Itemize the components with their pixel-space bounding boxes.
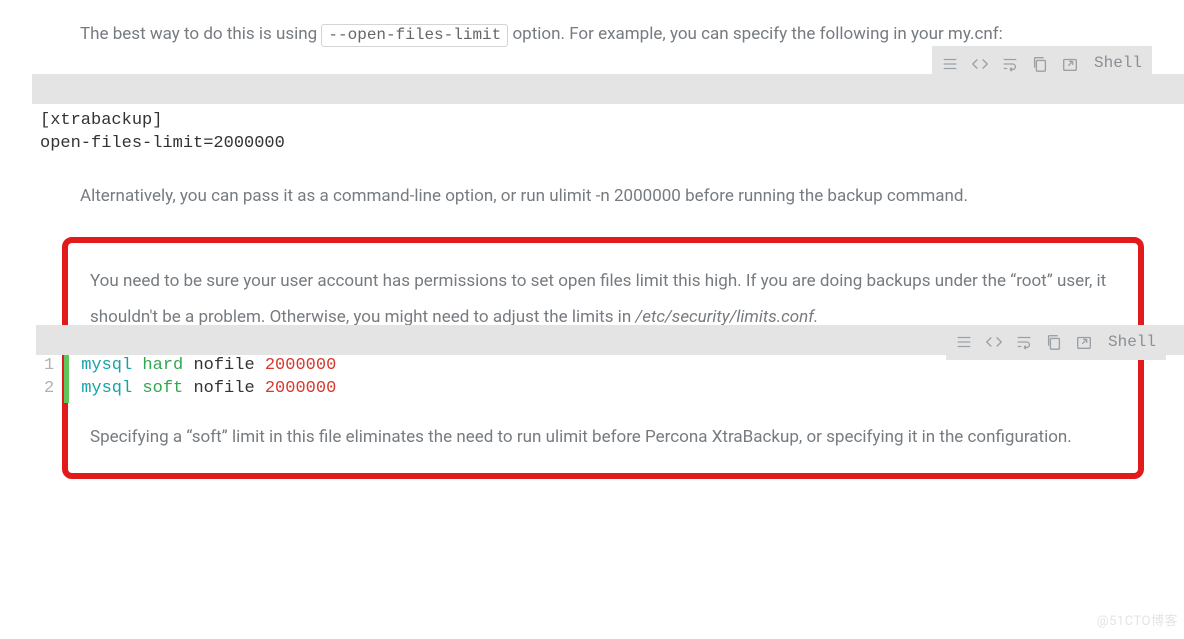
code-language-label: Shell [1104, 327, 1156, 357]
intro-suffix: option. For example, you can specify the… [512, 24, 1002, 44]
inline-code-open-files-limit: --open-files-limit [321, 24, 508, 47]
code-language-label: Shell [1090, 48, 1142, 78]
code-block-mycnf: Shell [xtrabackup] open-files-limit=2000… [0, 74, 1184, 162]
box-paragraph-1: You need to be sure your user account ha… [72, 265, 1134, 334]
open-external-icon[interactable] [1074, 332, 1094, 352]
code-accent-bar [64, 353, 69, 403]
menu-icon[interactable] [954, 332, 974, 352]
code-line: mysql hard nofile 2000000 [81, 355, 336, 378]
wrap-icon[interactable] [1000, 54, 1020, 74]
page: 6. Increase the limit on the number of f… [0, 0, 1184, 489]
code-icon[interactable] [970, 54, 990, 74]
code-toolbar: Shell [932, 46, 1152, 80]
code-block-limits: Shell 1 2 mysql hard nofile 2000000 [4, 353, 1184, 403]
code-lines: mysql hard nofile 2000000 mysql soft nof… [81, 353, 336, 403]
code-line: mysql soft nofile 2000000 [81, 378, 336, 401]
watermark: @51CTO博客 [1097, 610, 1178, 635]
code-content-mycnf: [xtrabackup] open-files-limit=2000000 [0, 104, 1184, 162]
code-icon[interactable] [984, 332, 1004, 352]
highlight-box: You need to be sure your user account ha… [62, 237, 1144, 480]
box-paragraph-2: Specifying a “soft” limit in this file e… [72, 421, 1134, 453]
alt-paragraph: Alternatively, you can pass it as a comm… [0, 180, 1184, 212]
copy-icon[interactable] [1044, 332, 1064, 352]
code-content-limits: 1 2 mysql hard nofile 2000000 mysql soft… [4, 353, 1184, 403]
menu-icon[interactable] [940, 54, 960, 74]
intro-prefix: The best way to do this is using [80, 24, 321, 44]
line-number-gutter: 1 2 [44, 353, 64, 403]
copy-icon[interactable] [1030, 54, 1050, 74]
wrap-icon[interactable] [1014, 332, 1034, 352]
open-external-icon[interactable] [1060, 54, 1080, 74]
code-toolbar: Shell [946, 325, 1166, 359]
